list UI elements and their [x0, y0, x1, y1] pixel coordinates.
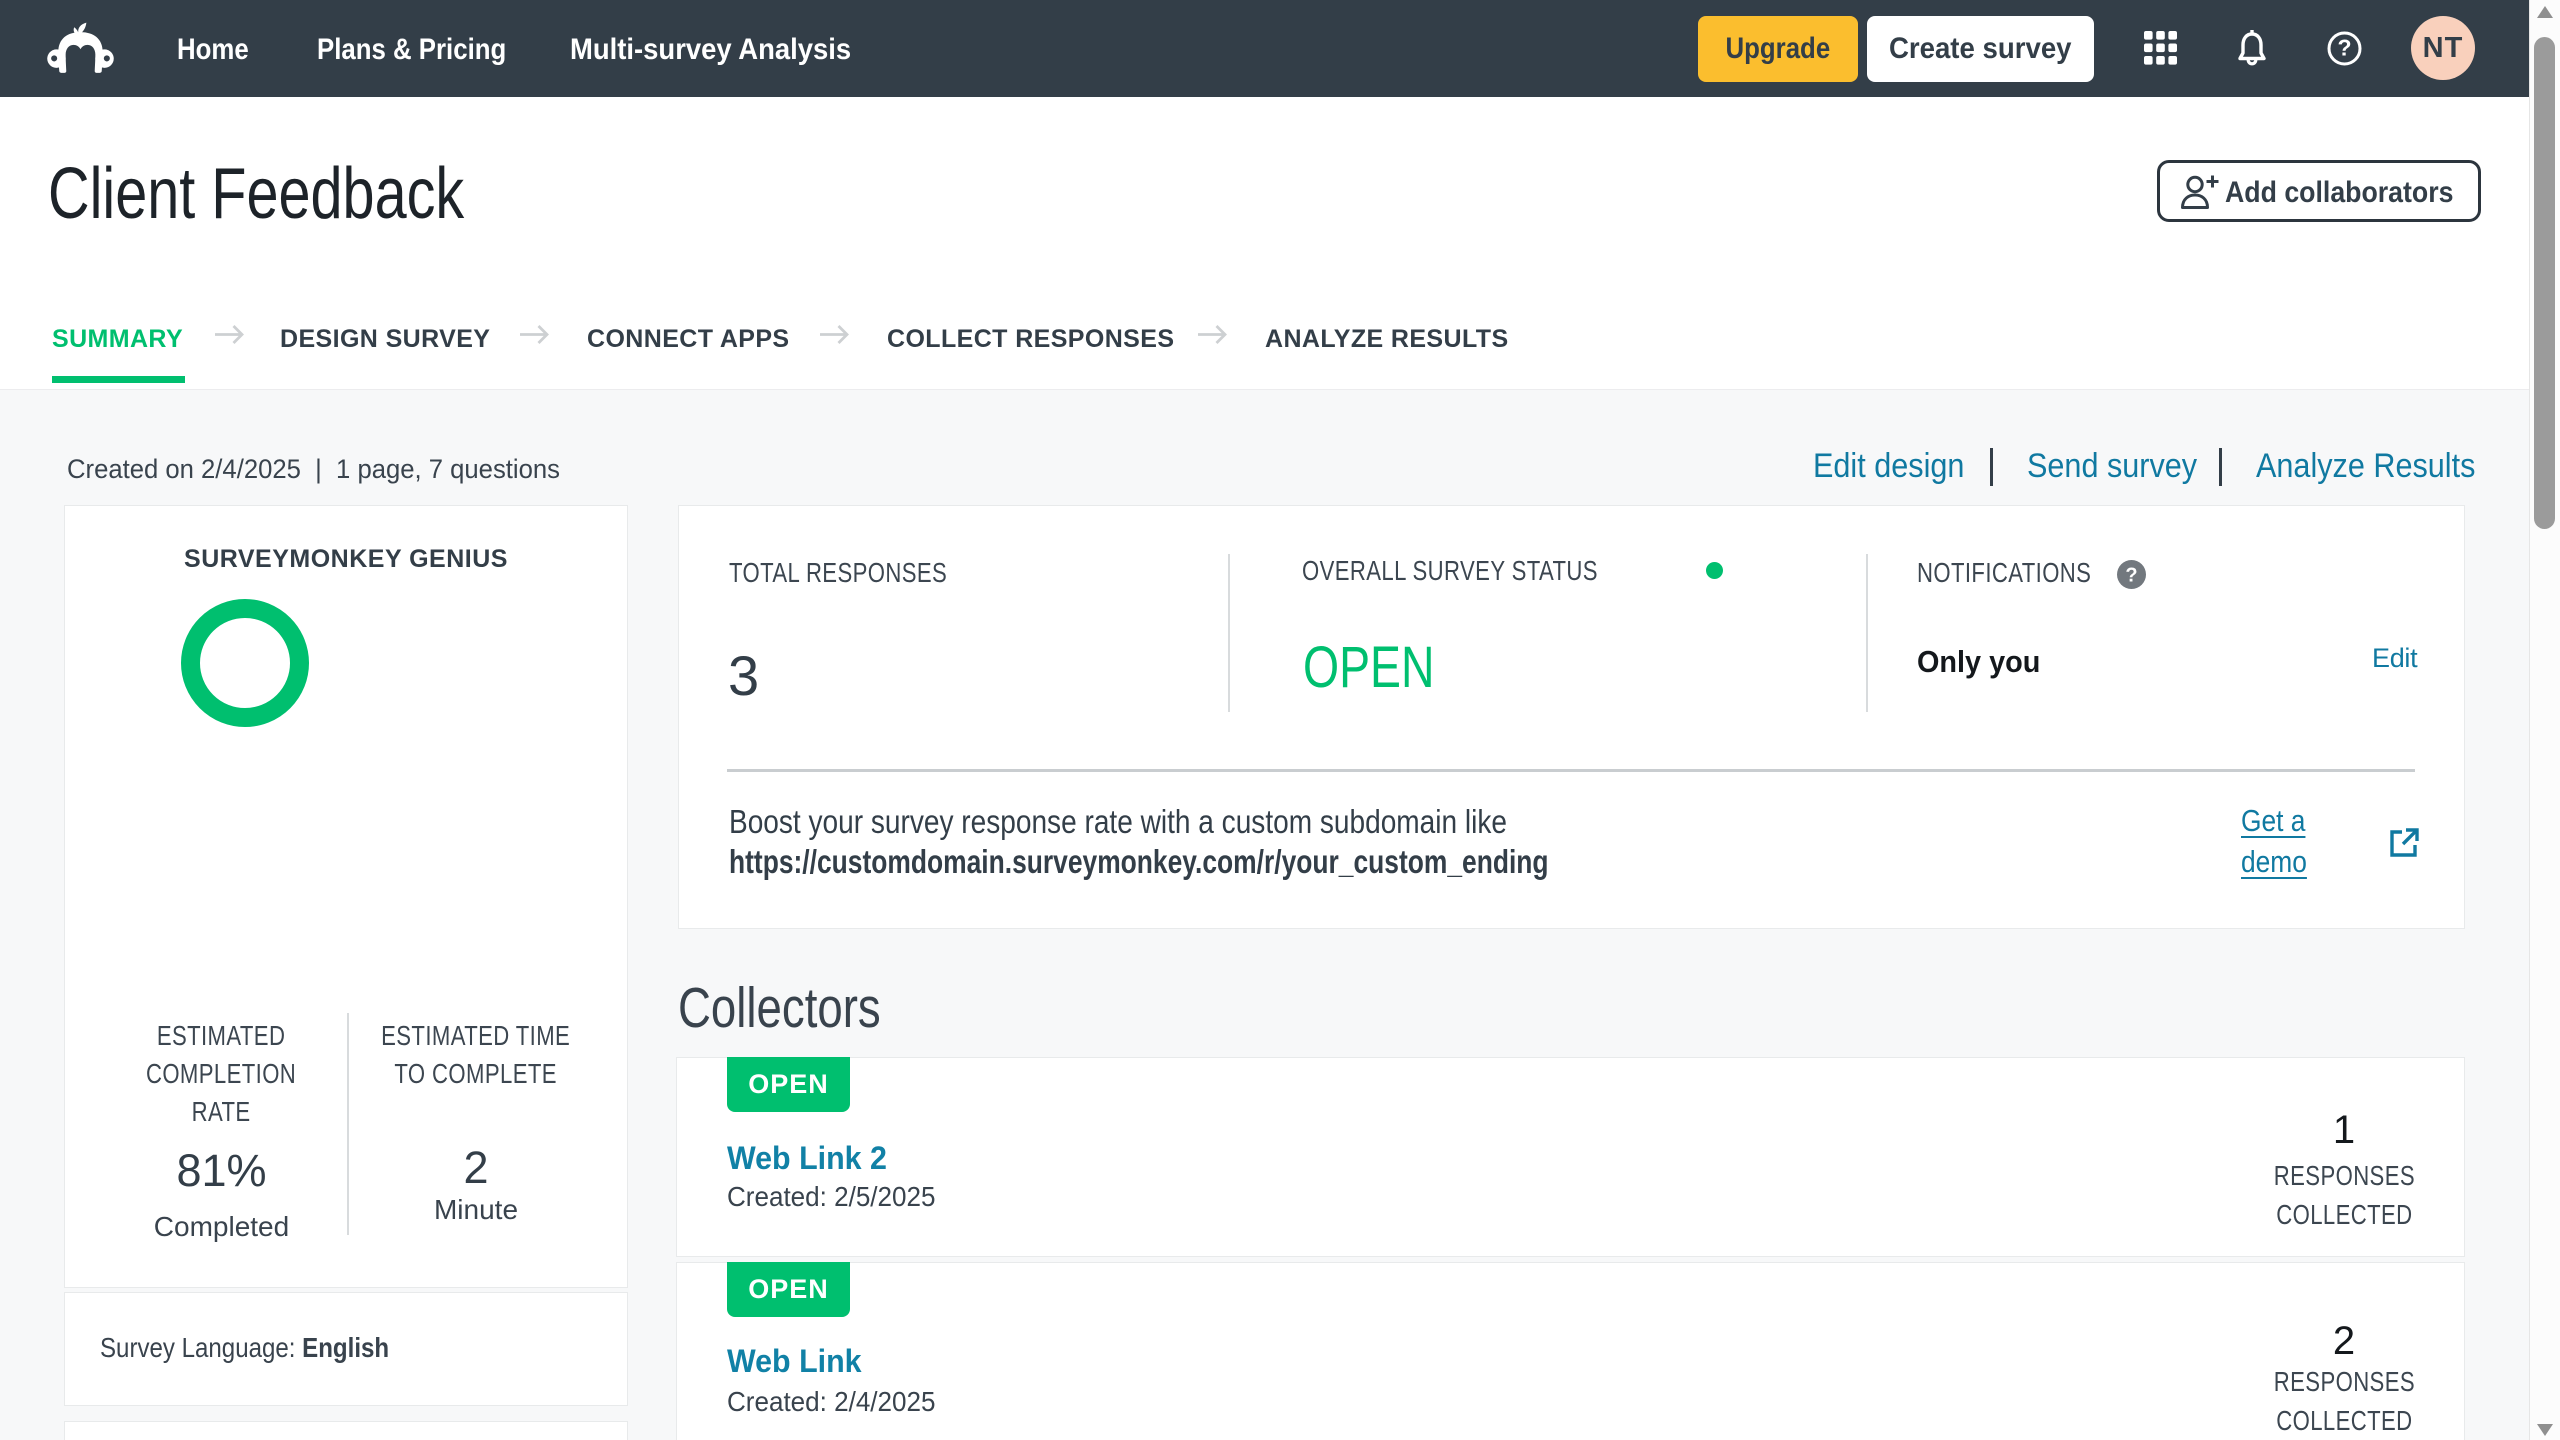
- svg-text:?: ?: [2125, 565, 2137, 587]
- svg-text:?: ?: [2337, 35, 2351, 61]
